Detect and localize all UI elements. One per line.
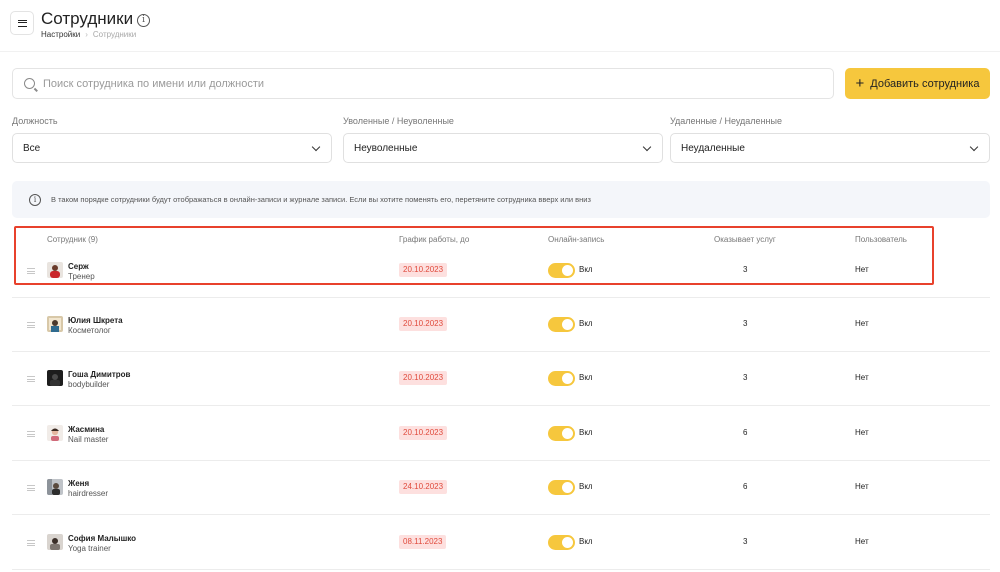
search-icon — [24, 78, 35, 89]
toggle-knob — [562, 482, 573, 493]
schedule-date-badge: 24.10.2023 — [399, 480, 448, 494]
toggle-knob — [562, 537, 573, 548]
drag-handle-icon[interactable] — [27, 376, 35, 382]
user-status: Нет — [855, 537, 869, 546]
online-booking-label: Вкл — [579, 537, 593, 546]
drag-handle-icon[interactable] — [27, 322, 35, 328]
search-input[interactable] — [43, 77, 803, 90]
online-booking-toggle[interactable] — [548, 317, 575, 332]
user-status: Нет — [855, 482, 869, 491]
online-booking-label: Вкл — [579, 482, 593, 491]
breadcrumb-current: Сотрудники — [92, 30, 137, 39]
breadcrumb: Настройки › Сотрудники — [41, 30, 136, 39]
chevron-down-icon — [311, 142, 321, 152]
toggle-knob — [562, 373, 573, 384]
avatar — [47, 316, 63, 332]
page-title-text: Сотрудники — [41, 9, 134, 28]
drag-handle-icon[interactable] — [27, 540, 35, 546]
schedule-date-badge: 20.10.2023 — [399, 317, 448, 331]
employee-role: bodybuilder — [68, 380, 110, 389]
employee-role: Yoga trainer — [68, 544, 111, 553]
employee-name[interactable]: Женя — [68, 479, 89, 488]
breadcrumb-settings-link[interactable]: Настройки — [41, 30, 80, 39]
drag-handle-icon[interactable] — [27, 431, 35, 437]
employee-name[interactable]: Жасмина — [68, 425, 104, 434]
highlight-box — [14, 226, 934, 285]
online-booking-toggle[interactable] — [548, 480, 575, 495]
user-status: Нет — [855, 428, 869, 437]
table-row[interactable]: Женя hairdresser 24.10.2023 Вкл 6 Нет — [12, 461, 990, 515]
search-field[interactable] — [12, 68, 834, 99]
add-employee-label: Добавить сотрудника — [870, 77, 980, 90]
plus-icon: + — [855, 75, 865, 92]
employee-role: hairdresser — [68, 489, 109, 498]
services-count: 3 — [743, 319, 748, 328]
table-row[interactable]: Гоша Димитров bodybuilder 20.10.2023 Вкл… — [12, 352, 990, 406]
schedule-date-badge: 20.10.2023 — [399, 426, 448, 440]
info-icon: i — [29, 193, 41, 206]
toggle-knob — [562, 319, 573, 330]
top-bar: Сотрудники i Настройки › Сотрудники — [0, 0, 1000, 52]
employee-name[interactable]: Юлия Шкрета — [68, 316, 123, 325]
employee-role: Nail master — [68, 435, 109, 444]
breadcrumb-separator-icon: › — [85, 30, 88, 39]
services-count: 6 — [743, 482, 748, 491]
hamburger-icon — [17, 19, 27, 27]
filter-dismissed-select[interactable]: Неуволенные — [343, 133, 663, 163]
user-status: Нет — [855, 373, 869, 382]
info-icon[interactable]: i — [137, 13, 151, 27]
filter-position-select[interactable]: Все — [12, 133, 332, 163]
filter-dismissed-label: Уволенные / Неуволенные — [343, 116, 454, 126]
notice-text: В таком порядке сотрудники будут отображ… — [51, 195, 591, 204]
filter-deleted-select[interactable]: Неудаленные — [670, 133, 990, 163]
filter-position-value: Все — [23, 142, 41, 154]
employee-name[interactable]: Гоша Димитров — [68, 370, 130, 379]
avatar — [47, 534, 63, 550]
user-status: Нет — [855, 319, 869, 328]
online-booking-toggle[interactable] — [548, 371, 575, 386]
table-row[interactable]: Юлия Шкрета Косметолог 20.10.2023 Вкл 3 … — [12, 298, 990, 352]
online-booking-toggle[interactable] — [548, 426, 575, 441]
menu-button[interactable] — [10, 11, 34, 35]
avatar — [47, 479, 63, 495]
filter-deleted-label: Удаленные / Неудаленные — [670, 116, 782, 126]
filter-dismissed-value: Неуволенные — [354, 142, 418, 154]
schedule-date-badge: 20.10.2023 — [399, 371, 448, 385]
filter-position-label: Должность — [12, 116, 58, 126]
employee-role: Косметолог — [68, 326, 111, 335]
avatar — [47, 370, 63, 386]
online-booking-label: Вкл — [579, 319, 593, 328]
schedule-date-badge: 08.11.2023 — [399, 535, 447, 549]
table-row[interactable]: София Малышко Yoga trainer 08.11.2023 Вк… — [12, 516, 990, 570]
filter-deleted-value: Неудаленные — [681, 142, 745, 154]
add-employee-button[interactable]: + Добавить сотрудника — [845, 68, 990, 99]
chevron-down-icon — [969, 142, 979, 152]
online-booking-label: Вкл — [579, 373, 593, 382]
chevron-down-icon — [642, 142, 652, 152]
drag-handle-icon[interactable] — [27, 485, 35, 491]
employee-name[interactable]: София Малышко — [68, 534, 136, 543]
services-count: 3 — [743, 373, 748, 382]
toggle-knob — [562, 428, 573, 439]
services-count: 3 — [743, 537, 748, 546]
order-notice: i В таком порядке сотрудники будут отобр… — [12, 181, 990, 218]
online-booking-label: Вкл — [579, 428, 593, 437]
page-title: Сотрудники i — [41, 9, 151, 29]
online-booking-toggle[interactable] — [548, 535, 575, 550]
services-count: 6 — [743, 428, 748, 437]
avatar — [47, 425, 63, 441]
table-row[interactable]: Жасмина Nail master 20.10.2023 Вкл 6 Нет — [12, 407, 990, 461]
